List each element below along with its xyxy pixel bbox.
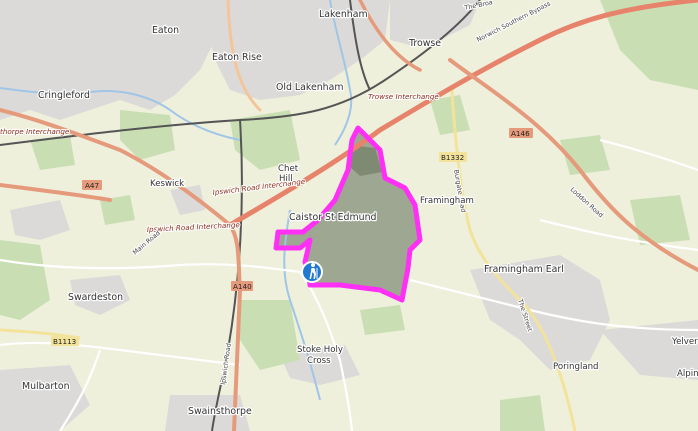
- place-mulbarton: Mulbarton: [22, 381, 70, 392]
- start-marker[interactable]: [301, 261, 323, 283]
- place-hill: Hill: [279, 174, 293, 184]
- place-swainsthorpe: Swainsthorpe: [188, 406, 252, 417]
- place-framingham-earl: Framingham Earl: [484, 264, 564, 275]
- svg-text:B1113: B1113: [53, 337, 76, 346]
- svg-text:A47: A47: [85, 181, 99, 190]
- shield-b1113: B1113: [51, 336, 79, 346]
- place-lakenham: Lakenham: [319, 9, 368, 20]
- place-old-lakenham: Old Lakenham: [276, 82, 344, 93]
- place-trowse: Trowse: [408, 38, 441, 49]
- shield-a47: A47: [82, 180, 102, 190]
- place-cringleford: Cringleford: [38, 90, 90, 101]
- road-label-trowse-interchange: Trowse Interchange: [368, 92, 439, 101]
- shield-a140: A140: [231, 281, 253, 291]
- place-caistor: Caistor St Edmund: [289, 212, 377, 223]
- place-eaton-rise: Eaton Rise: [212, 52, 262, 63]
- shield-b1332: B1332: [439, 152, 467, 162]
- map-canvas[interactable]: A47 A140 A146 B1332 B1113 Trowse Interch…: [0, 0, 698, 431]
- place-keswick: Keswick: [150, 179, 184, 189]
- place-yelverton: Yelvert: [671, 337, 698, 347]
- place-alpington: Alpin: [677, 369, 698, 379]
- svg-text:A146: A146: [511, 129, 530, 138]
- svg-text:B1332: B1332: [441, 153, 464, 162]
- place-eaton: Eaton: [152, 25, 179, 36]
- svg-text:A140: A140: [233, 282, 252, 291]
- place-poringland: Poringland: [553, 362, 599, 372]
- place-swardeston: Swardeston: [68, 292, 123, 303]
- shield-a146: A146: [509, 128, 533, 138]
- road-label-thorpe-interchange: thorpe Interchange: [0, 127, 70, 136]
- place-framingham: Framingham: [420, 196, 474, 206]
- place-chet: Chet: [278, 164, 299, 174]
